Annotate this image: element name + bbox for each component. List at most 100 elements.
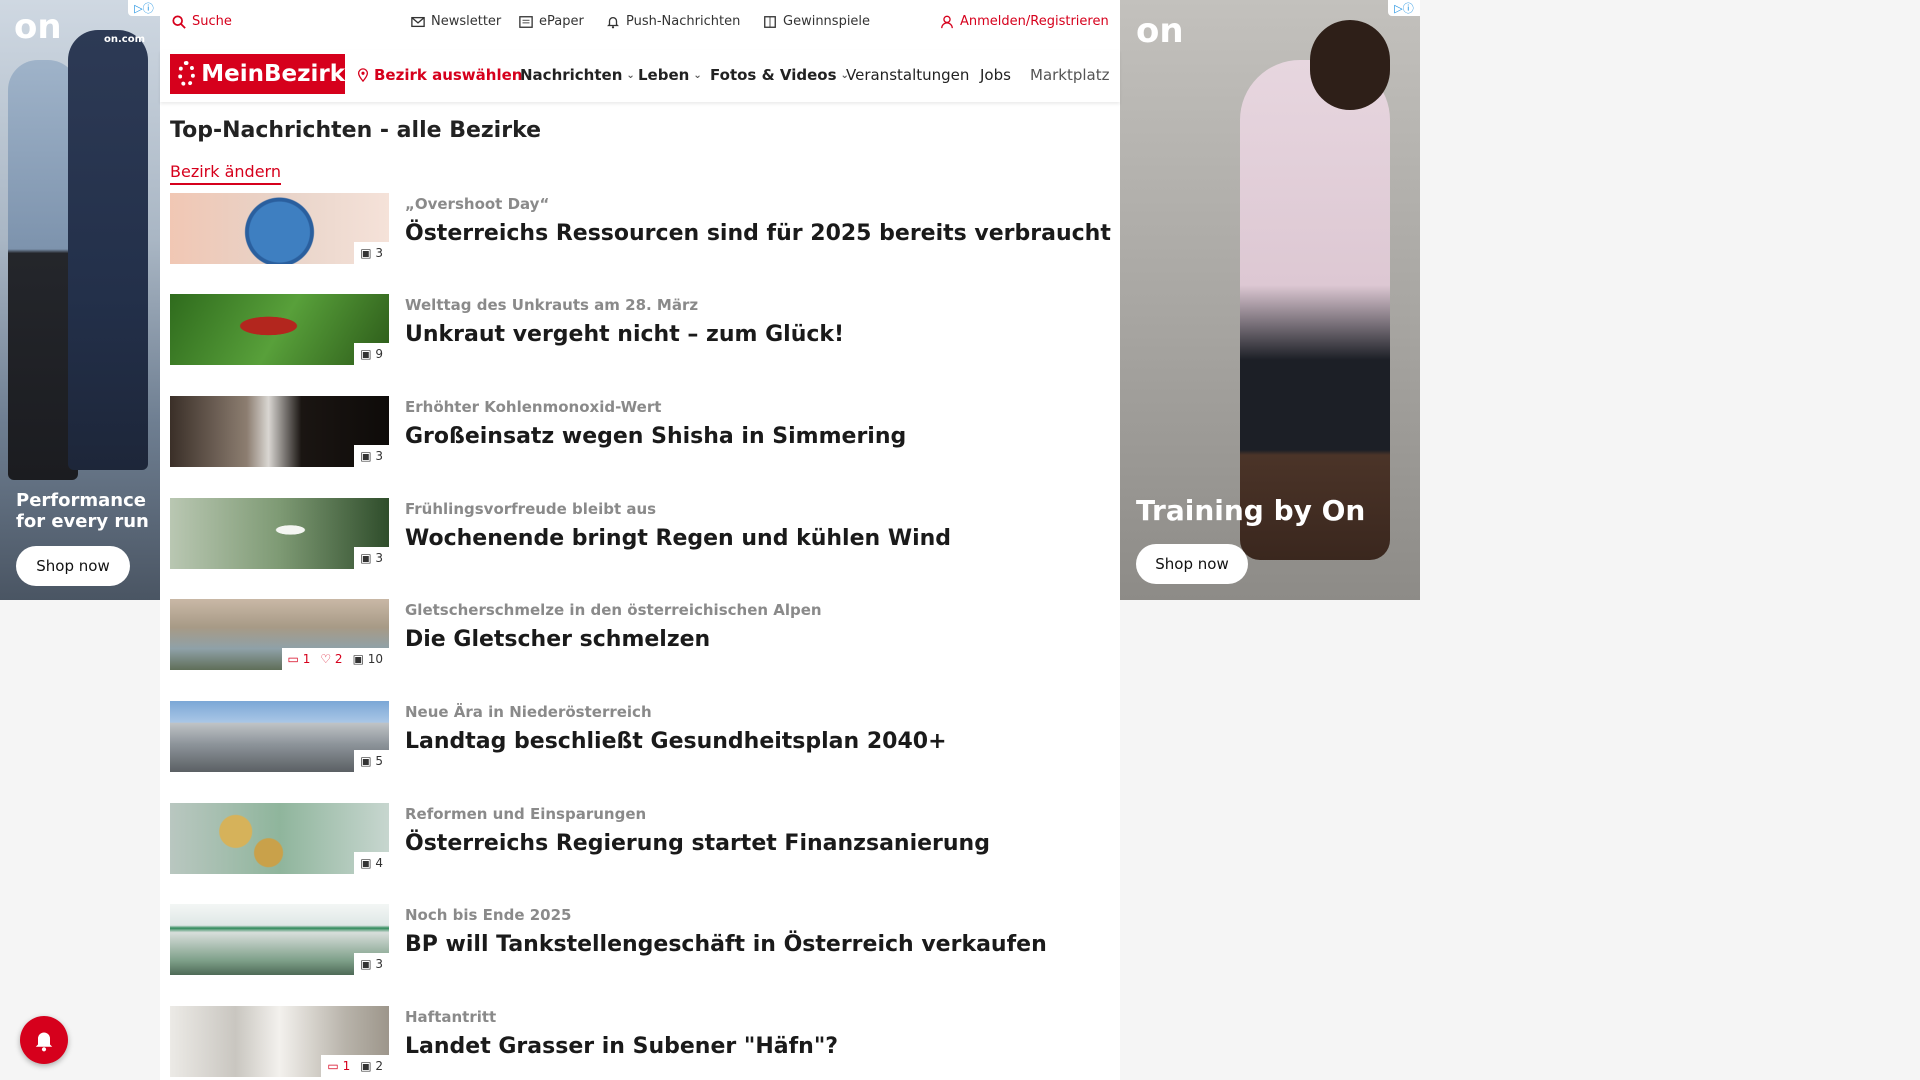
article-thumbnail[interactable]: ▣ 3 <box>170 498 389 569</box>
nav-label: Leben <box>638 66 690 84</box>
article-meta-badge: ▣ 3 <box>354 445 389 467</box>
article-kicker: Noch bis Ende 2025 <box>405 906 572 924</box>
article-headline[interactable]: Landet Grasser in Subener "Häfn"? <box>405 1034 838 1059</box>
photo-count: ▣ 3 <box>360 449 383 463</box>
location-pin-icon <box>357 68 369 82</box>
article-meta-badge: ▣ 3 <box>354 953 389 975</box>
article-kicker: Welttag des Unkrauts am 28. März <box>405 296 699 314</box>
article-item[interactable]: ▣ 3 Erhöhter Kohlenmonoxid-Wert Großeins… <box>170 396 1110 468</box>
select-district-button[interactable]: Bezirk auswählen <box>356 66 522 84</box>
adchoices-icon[interactable]: ▷ⓘ <box>128 0 160 16</box>
site-logo[interactable]: MeinBezirk <box>170 54 345 94</box>
newsletter-link[interactable]: Newsletter <box>411 14 501 29</box>
article-item[interactable]: ▭ 1 ♡ 2 ▣ 10 Gletscherschmelze in den ös… <box>170 599 1110 671</box>
games-link[interactable]: Gewinnspiele <box>763 14 870 29</box>
article-headline[interactable]: Großeinsatz wegen Shisha in Simmering <box>405 424 906 449</box>
article-item[interactable]: ▣ 3 Noch bis Ende 2025 BP will Tankstell… <box>170 904 1110 976</box>
comment-count[interactable]: ▭ 1 <box>327 1059 350 1073</box>
chevron-down-icon: ⌄ <box>626 69 635 81</box>
article-item[interactable]: ▣ 9 Welttag des Unkrauts am 28. März Unk… <box>170 294 1110 366</box>
login-link[interactable]: Anmelden/Registrieren <box>940 14 1109 29</box>
article-headline[interactable]: Österreichs Regierung startet Finanzsani… <box>405 831 990 856</box>
main-navigation: MeinBezirk Bezirk auswählen Nachrichten ⌄… <box>160 50 1120 102</box>
mail-icon <box>411 16 425 27</box>
adchoices-icon[interactable]: ▷ⓘ <box>1388 0 1420 16</box>
article-meta-badge: ▭ 1 ♡ 2 ▣ 10 <box>281 648 389 670</box>
article-item[interactable]: ▭ 1 ▣ 2 Haftantritt Landet Grasser in Su… <box>170 1006 1110 1078</box>
photo-count: ▣ 9 <box>360 347 383 361</box>
article-meta-badge: ▣ 9 <box>354 343 389 365</box>
article-headline[interactable]: Landtag beschließt Gesundheitsplan 2040+ <box>405 729 947 754</box>
epaper-link[interactable]: ePaper <box>519 14 584 29</box>
nav-item-marktplatz[interactable]: Marktplatz <box>1030 66 1110 84</box>
ad-model-image <box>1240 60 1390 560</box>
left-ad-banner[interactable]: on on.com ▷ⓘ Performance for every run S… <box>0 0 160 600</box>
article-thumbnail[interactable]: ▣ 3 <box>170 193 389 264</box>
nav-label: Jobs <box>980 66 1011 84</box>
nav-item-nachrichten[interactable]: Nachrichten ⌄ <box>520 66 635 84</box>
change-district-link[interactable]: Bezirk ändern <box>170 162 281 185</box>
nav-label: Marktplatz <box>1030 66 1110 84</box>
article-meta-badge: ▣ 5 <box>354 750 389 772</box>
article-meta-badge: ▣ 3 <box>354 242 389 264</box>
bell-icon <box>35 1032 53 1052</box>
photo-count: ▣ 5 <box>360 754 383 768</box>
article-kicker: Neue Ära in Niederösterreich <box>405 703 652 721</box>
search-icon <box>172 14 186 29</box>
nav-label: Veranstaltungen <box>846 66 970 84</box>
article-headline[interactable]: Österreichs Ressourcen sind für 2025 ber… <box>405 221 1111 246</box>
comment-count[interactable]: ▭ 1 <box>288 652 311 666</box>
article-thumbnail[interactable]: ▭ 1 ▣ 2 <box>170 1006 389 1077</box>
article-thumbnail[interactable]: ▭ 1 ♡ 2 ▣ 10 <box>170 599 389 670</box>
nav-label: Fotos & Videos <box>710 66 837 84</box>
logo-text: MeinBezirk <box>201 61 345 87</box>
photo-count: ▣ 10 <box>352 652 383 666</box>
login-label: Anmelden/Registrieren <box>960 14 1109 29</box>
right-ad-banner[interactable]: on ▷ⓘ Training by On Shop now <box>1120 0 1420 600</box>
article-thumbnail[interactable]: ▣ 9 <box>170 294 389 365</box>
nav-item-leben[interactable]: Leben ⌄ <box>638 66 702 84</box>
article-thumbnail[interactable]: ▣ 5 <box>170 701 389 772</box>
newsletter-label: Newsletter <box>431 14 502 29</box>
article-meta-badge: ▭ 1 ▣ 2 <box>321 1055 389 1077</box>
nav-item-fotos-videos[interactable]: Fotos & Videos ⌄ <box>710 66 849 84</box>
like-count[interactable]: ♡ 2 <box>320 652 342 666</box>
article-kicker: „Overshoot Day“ <box>405 195 550 213</box>
notification-bell-button[interactable] <box>20 1016 68 1064</box>
ad-brand-logo: on <box>1136 11 1184 51</box>
article-thumbnail[interactable]: ▣ 3 <box>170 904 389 975</box>
article-thumbnail[interactable]: ▣ 3 <box>170 396 389 467</box>
ad-shop-now-button[interactable]: Shop now <box>1136 544 1248 584</box>
push-notifications-link[interactable]: Push-Nachrichten <box>606 14 740 29</box>
main-content: Suche Newsletter ePaper Push-Nachrichten… <box>160 0 1120 1080</box>
article-item[interactable]: ▣ 3 Frühlingsvorfreude bleibt aus Wochen… <box>170 498 1110 570</box>
photo-count: ▣ 3 <box>360 957 383 971</box>
article-headline[interactable]: Wochenende bringt Regen und kühlen Wind <box>405 526 951 551</box>
search-link[interactable]: Suche <box>172 14 232 29</box>
article-kicker: Erhöhter Kohlenmonoxid-Wert <box>405 398 662 416</box>
article-headline[interactable]: Die Gletscher schmelzen <box>405 627 710 652</box>
gift-icon <box>764 15 776 28</box>
article-headline[interactable]: Unkraut vergeht nicht – zum Glück! <box>405 322 844 347</box>
article-thumbnail[interactable]: ▣ 4 <box>170 803 389 874</box>
ad-domain: on.com <box>104 34 146 45</box>
article-item[interactable]: ▣ 3 „Overshoot Day“ Österreichs Ressourc… <box>170 193 1111 265</box>
ad-shop-now-button[interactable]: Shop now <box>16 546 130 586</box>
article-item[interactable]: ▣ 4 Reformen und Einsparungen Österreich… <box>170 803 1110 875</box>
ad-model-head <box>1310 20 1390 110</box>
article-item[interactable]: ▣ 5 Neue Ära in Niederösterreich Landtag… <box>170 701 1110 773</box>
nav-item-veranstaltungen[interactable]: Veranstaltungen <box>846 66 969 84</box>
epaper-label: ePaper <box>539 14 584 29</box>
article-kicker: Gletscherschmelze in den österreichische… <box>405 601 822 619</box>
article-headline[interactable]: BP will Tankstellengeschäft in Österreic… <box>405 932 1047 957</box>
photo-count: ▣ 3 <box>360 551 383 565</box>
article-kicker: Haftantritt <box>405 1008 497 1026</box>
top-utility-bar: Suche Newsletter ePaper Push-Nachrichten… <box>160 0 1120 46</box>
nav-item-jobs[interactable]: Jobs <box>980 66 1011 84</box>
article-meta-badge: ▣ 4 <box>354 852 389 874</box>
ad-brand-logo: on <box>14 7 62 47</box>
user-icon <box>941 15 953 28</box>
ad-model-image <box>68 30 148 470</box>
logo-sun-icon <box>178 61 196 87</box>
bell-icon <box>607 16 619 28</box>
